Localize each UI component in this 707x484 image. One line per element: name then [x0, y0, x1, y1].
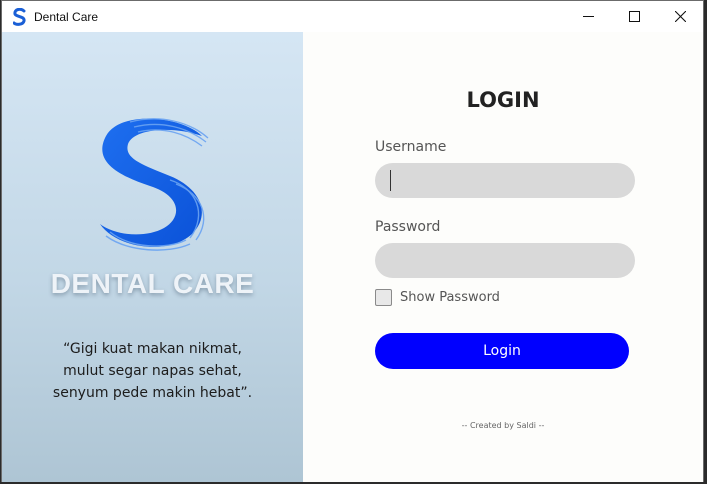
- password-label: Password: [375, 219, 441, 235]
- password-field[interactable]: [375, 243, 635, 278]
- maximize-icon: [628, 11, 640, 22]
- close-icon: [674, 11, 686, 22]
- quote-line: senyum pede makin hebat”.: [52, 385, 253, 401]
- username-field[interactable]: [375, 163, 635, 198]
- username-label: Username: [375, 139, 447, 155]
- text-caret: [390, 170, 391, 191]
- title-bar[interactable]: Dental Care: [2, 1, 703, 33]
- show-password-label[interactable]: Show Password: [400, 290, 500, 305]
- maximize-button[interactable]: [611, 1, 657, 32]
- dental-care-logo-icon: [100, 118, 209, 251]
- credit-text: -- Created by Saldi --: [461, 421, 545, 430]
- branding-panel: DENTAL CARE “Gigi kuat makan nikmat, mul…: [2, 32, 303, 482]
- close-button[interactable]: [657, 1, 703, 32]
- login-panel: LOGIN Username Password Show Password Lo…: [303, 32, 703, 482]
- minimize-button[interactable]: [565, 1, 611, 32]
- app-logo-icon: [13, 8, 26, 26]
- show-password-checkbox[interactable]: [375, 289, 392, 306]
- quote-line: mulut segar napas sehat,: [63, 363, 242, 379]
- login-title: LOGIN: [466, 88, 540, 112]
- tagline-quote: “Gigi kuat makan nikmat, mulut segar nap…: [2, 338, 303, 404]
- brand-name: DENTAL CARE: [50, 268, 255, 299]
- window-title: Dental Care: [34, 10, 99, 24]
- app-window: Dental Care DENTAL CARE “Gigi kuat makan…: [1, 0, 704, 482]
- quote-line: “Gigi kuat makan nikmat,: [63, 341, 242, 357]
- minimize-icon: [582, 16, 594, 17]
- login-button[interactable]: Login: [375, 333, 629, 369]
